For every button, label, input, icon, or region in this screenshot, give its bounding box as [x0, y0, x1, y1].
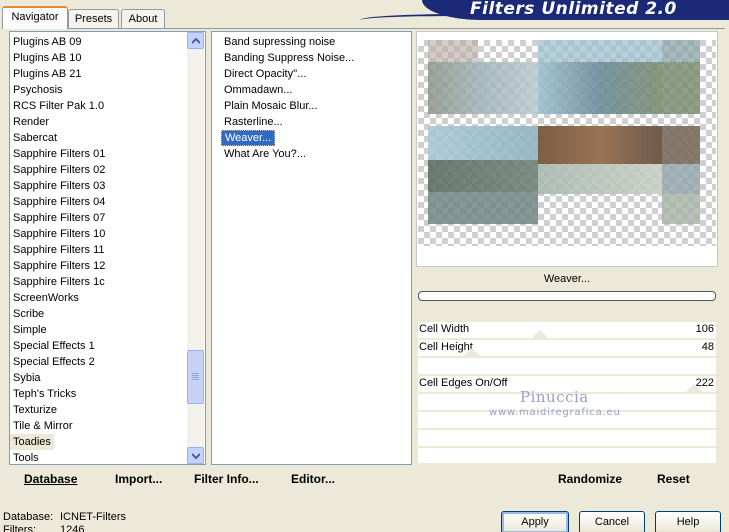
- category-item[interactable]: RCS Filter Pak 1.0: [10, 98, 107, 114]
- filter-info-button[interactable]: Filter Info...: [194, 472, 259, 486]
- status-filters: Filters: 1246: [3, 524, 84, 532]
- status-filters-label: Filters:: [3, 524, 36, 532]
- cancel-button[interactable]: Cancel: [579, 511, 645, 532]
- current-filter-name: Weaver...: [543, 273, 591, 285]
- slider-cell-width[interactable]: Cell Width 106: [418, 322, 716, 339]
- status-database: Database: ICNET-Filters: [3, 511, 126, 523]
- slider-value: 48: [701, 341, 714, 353]
- slider-handle[interactable]: [532, 330, 548, 338]
- category-item[interactable]: Psychosis: [10, 82, 66, 98]
- database-label: Database: [24, 472, 78, 486]
- category-item[interactable]: Special Effects 1: [10, 338, 98, 354]
- filter-list[interactable]: Band supressing noise Banding Suppress No…: [211, 31, 412, 465]
- filter-item[interactable]: Banding Suppress Noise...: [221, 50, 357, 66]
- category-item[interactable]: Sapphire Filters 02: [10, 162, 108, 178]
- tab-divider: [2, 28, 725, 29]
- category-list[interactable]: Plugins AB 09 Plugins AB 10 Plugins AB 21 P…: [9, 31, 206, 465]
- status-filters-value: 1246: [60, 524, 85, 532]
- filter-item[interactable]: Plain Mosaic Blur...: [221, 98, 321, 114]
- category-item[interactable]: ScreenWorks: [10, 290, 82, 306]
- filter-item[interactable]: Weaver...: [221, 130, 276, 146]
- slider-label: Cell Edges On/Off: [419, 377, 508, 389]
- slider-empty-7[interactable]: [418, 430, 716, 447]
- category-item[interactable]: Sabercat: [10, 130, 60, 146]
- category-item[interactable]: Toadies: [10, 434, 54, 450]
- filter-item[interactable]: Direct Opacity''...: [221, 66, 309, 82]
- randomize-button[interactable]: Randomize: [558, 472, 622, 486]
- scroll-down-button[interactable]: [187, 447, 204, 464]
- preview-image: [418, 40, 716, 246]
- slider-empty-3[interactable]: [418, 358, 716, 375]
- watermark-name: Pinuccia: [520, 388, 589, 406]
- filter-item[interactable]: Ommadawn...: [221, 82, 295, 98]
- category-item[interactable]: Sapphire Filters 12: [10, 258, 108, 274]
- category-item[interactable]: Plugins AB 09: [10, 34, 85, 50]
- category-item[interactable]: Tools: [10, 450, 42, 464]
- category-scrollbar[interactable]: [187, 32, 204, 464]
- editor-button[interactable]: Editor...: [291, 472, 335, 486]
- tab-about[interactable]: About: [121, 9, 165, 28]
- category-item[interactable]: Sapphire Filters 03: [10, 178, 108, 194]
- category-item[interactable]: Texturize: [10, 402, 60, 418]
- slider-label: Cell Width: [419, 323, 470, 335]
- category-item[interactable]: Teph's Tricks: [10, 386, 79, 402]
- filter-item[interactable]: What Are You?...: [221, 146, 309, 162]
- app-title: Filters Unlimited 2.0: [470, 0, 677, 19]
- category-item[interactable]: Plugins AB 21: [10, 66, 85, 82]
- category-item[interactable]: Tile & Mirror: [10, 418, 75, 434]
- progress-bar: [418, 291, 716, 301]
- category-item[interactable]: Special Effects 2: [10, 354, 98, 370]
- category-item[interactable]: Render: [10, 114, 52, 130]
- filter-item[interactable]: Band supressing noise: [221, 34, 338, 50]
- chevron-up-icon: [192, 38, 200, 44]
- category-item[interactable]: Simple: [10, 322, 50, 338]
- slider-handle[interactable]: [464, 348, 480, 356]
- category-item[interactable]: Sapphire Filters 1c: [10, 274, 108, 290]
- category-item[interactable]: Sybia: [10, 370, 44, 386]
- reset-button[interactable]: Reset: [657, 472, 690, 486]
- category-item[interactable]: Sapphire Filters 10: [10, 226, 108, 242]
- filter-item[interactable]: Rasterline...: [221, 114, 286, 130]
- status-database-label: Database:: [3, 511, 54, 523]
- scroll-up-button[interactable]: [187, 32, 204, 49]
- tab-navigator[interactable]: Navigator: [2, 6, 68, 29]
- slider-value: 106: [695, 323, 714, 335]
- category-item[interactable]: Sapphire Filters 11: [10, 242, 108, 258]
- slider-empty-8[interactable]: [418, 448, 716, 464]
- help-button[interactable]: Help: [655, 511, 721, 532]
- slider-cell-height[interactable]: Cell Height 48: [418, 340, 716, 357]
- slider-value: 222: [695, 377, 714, 389]
- database-button[interactable]: Database: [24, 472, 77, 486]
- import-button[interactable]: Import...: [115, 472, 162, 486]
- watermark-url: www.maidiregrafica.eu: [489, 407, 621, 418]
- category-item[interactable]: Sapphire Filters 07: [10, 210, 108, 226]
- status-database-value: ICNET-Filters: [60, 511, 126, 523]
- chevron-down-icon: [192, 453, 200, 459]
- apply-button[interactable]: Apply: [501, 511, 569, 532]
- category-item[interactable]: Sapphire Filters 01: [10, 146, 108, 162]
- scroll-thumb[interactable]: [187, 350, 204, 404]
- category-item[interactable]: Scribe: [10, 306, 47, 322]
- tab-presets[interactable]: Presets: [68, 9, 119, 28]
- category-item[interactable]: Plugins AB 10: [10, 50, 85, 66]
- category-item[interactable]: Sapphire Filters 04: [10, 194, 108, 210]
